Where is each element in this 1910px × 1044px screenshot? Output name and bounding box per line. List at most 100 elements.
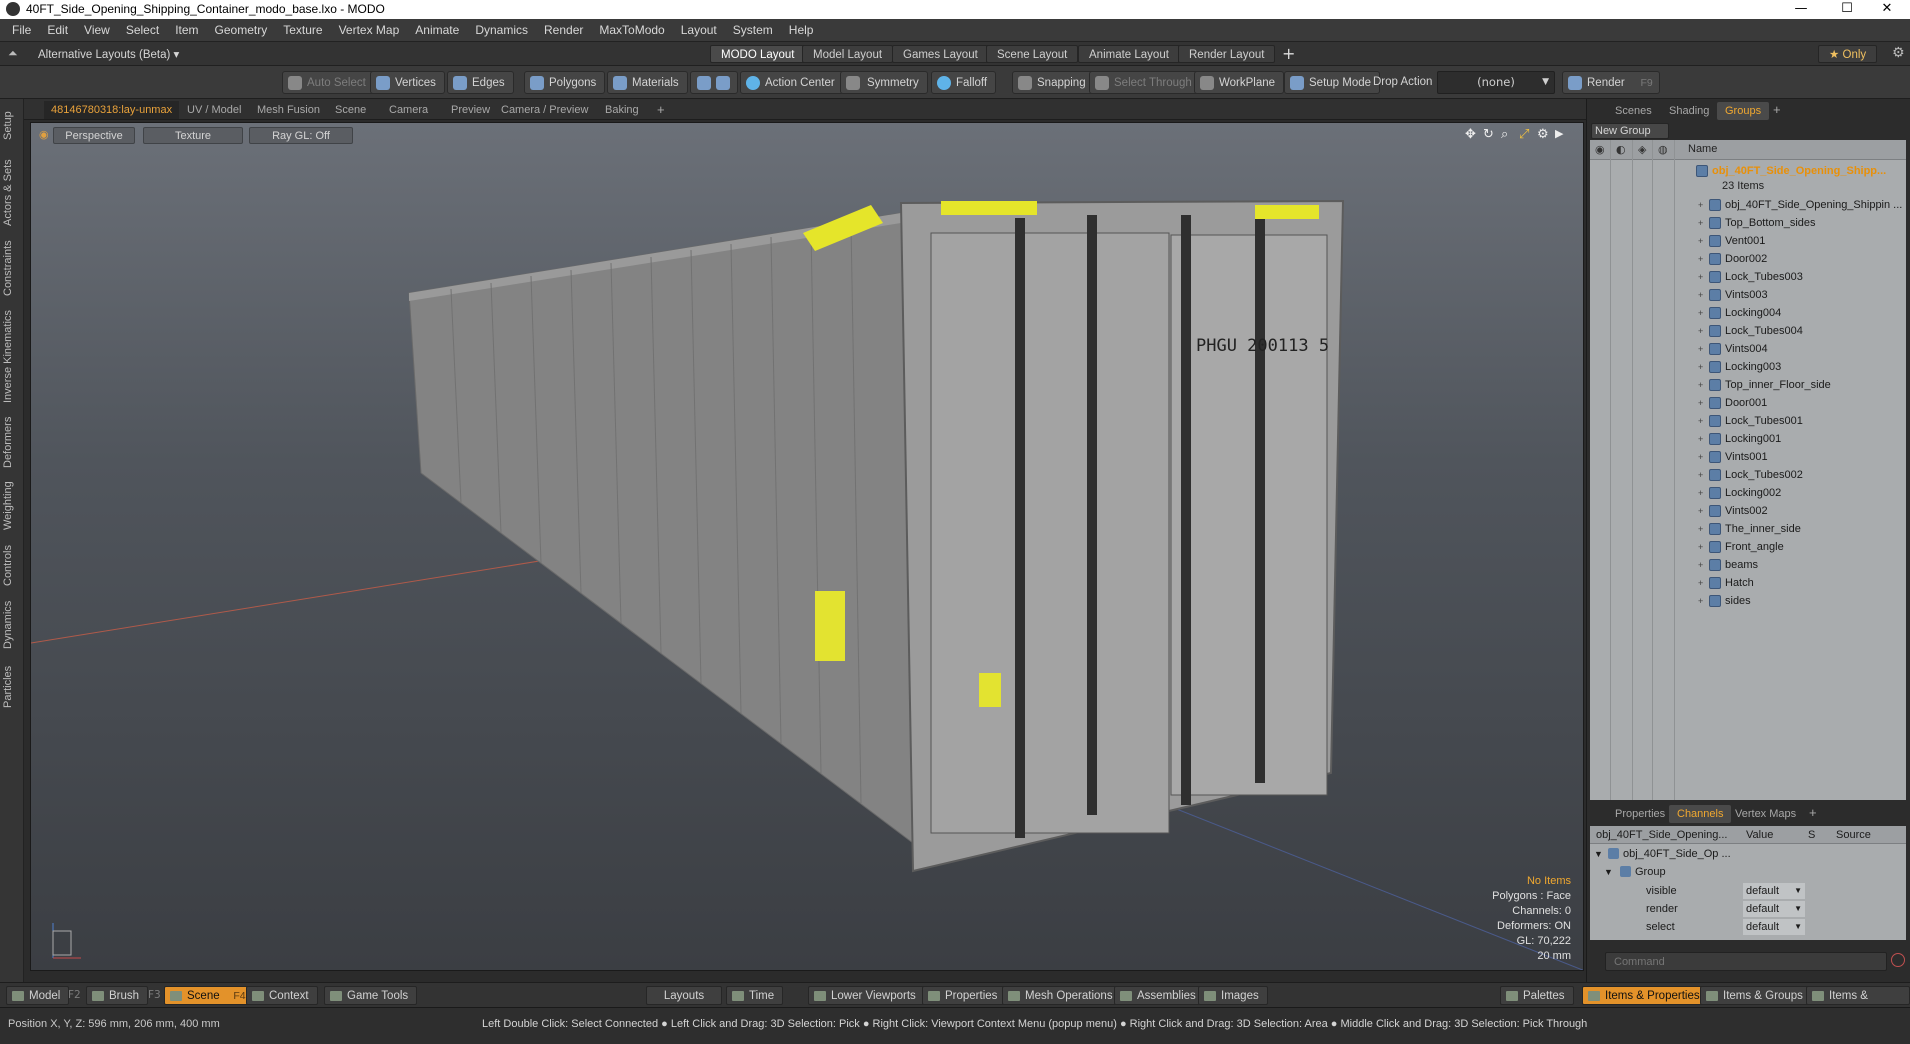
menu-layout[interactable]: Layout	[673, 19, 725, 42]
tab-games-layout[interactable]: Games Layout	[892, 45, 989, 63]
tab-scene[interactable]: Scene	[328, 101, 373, 119]
move-view-icon[interactable]: ✥	[1465, 127, 1476, 142]
menu-select[interactable]: Select	[118, 19, 167, 42]
expand-plus-icon[interactable]: +	[1698, 484, 1703, 502]
select-through-button[interactable]: Select Through	[1089, 71, 1201, 94]
vtab-inverse-kinematics[interactable]: Inverse Kinematics	[2, 307, 22, 407]
vtab-particles[interactable]: Particles	[2, 659, 22, 715]
viewport-settings-icon[interactable]: ⚙	[1537, 127, 1549, 142]
group-list-item[interactable]: + Door001	[1590, 394, 1906, 412]
render-toggle-icon[interactable]: ◐	[1616, 143, 1626, 156]
group-list-item[interactable]: + Top_inner_Floor_side	[1590, 376, 1906, 394]
menu-animate[interactable]: Animate	[407, 19, 467, 42]
items-shading-button[interactable]: Items & Shading	[1806, 986, 1910, 1020]
workplane-button[interactable]: WorkPlane	[1194, 71, 1285, 94]
menu-vertex-map[interactable]: Vertex Map	[331, 19, 408, 42]
symmetry-button[interactable]: Symmetry	[840, 71, 928, 94]
action-center-button[interactable]: Action Center	[740, 71, 844, 94]
tab-render-layout[interactable]: Render Layout	[1178, 45, 1276, 63]
layouts-button[interactable]: Layouts	[646, 986, 722, 1005]
menu-edit[interactable]: Edit	[39, 19, 76, 42]
tab-mesh-fusion[interactable]: Mesh Fusion	[250, 101, 327, 119]
channel-row-visible[interactable]: visible default ▼	[1590, 882, 1906, 900]
tab-groups[interactable]: Groups	[1717, 102, 1770, 120]
render-button[interactable]: Render F9	[1562, 71, 1660, 94]
items-properties-button[interactable]: Items & Properties	[1582, 986, 1709, 1005]
expand-plus-icon[interactable]: +	[1698, 502, 1703, 520]
expand-plus-icon[interactable]: +	[1698, 538, 1703, 556]
properties-button[interactable]: Properties	[922, 986, 1007, 1005]
command-input[interactable]	[1605, 952, 1887, 971]
tab-shading[interactable]: Shading	[1661, 102, 1717, 120]
tab-camera[interactable]: Camera	[382, 101, 435, 119]
group-list-item[interactable]: + Lock_Tubes004	[1590, 322, 1906, 340]
channel-value-select[interactable]: default ▼	[1743, 883, 1805, 899]
expand-plus-icon[interactable]: +	[1698, 574, 1703, 592]
vtab-setup[interactable]: Setup	[2, 107, 22, 145]
vtab-actors-sets[interactable]: Actors & Sets	[2, 157, 22, 229]
channels-group-row[interactable]: ▼ Group	[1590, 863, 1906, 881]
eye-icon[interactable]: ◉	[1595, 143, 1605, 156]
viewport-menu-icon[interactable]: ◉	[39, 128, 49, 141]
select-toggle-icon[interactable]: ◍	[1658, 143, 1668, 156]
menu-maxtomodo[interactable]: MaxToModo	[591, 19, 672, 42]
assemblies-button[interactable]: Assemblies	[1114, 986, 1205, 1005]
expand-plus-icon[interactable]: +	[1698, 358, 1703, 376]
menu-view[interactable]: View	[76, 19, 118, 42]
group-list-item[interactable]: + Lock_Tubes001	[1590, 412, 1906, 430]
expand-arrow-icon[interactable]: ▼	[1594, 845, 1603, 863]
scene-button[interactable]: Scene F4	[164, 986, 253, 1005]
group-list-item[interactable]: + Door002	[1590, 250, 1906, 268]
channel-value-select[interactable]: default ▼	[1743, 919, 1805, 935]
edges-button[interactable]: Edges	[447, 71, 514, 94]
add-layout-button[interactable]: +	[1282, 44, 1295, 63]
channels-object-row[interactable]: ▼ obj_40FT_Side_Op ...	[1590, 845, 1906, 863]
auto-select-button[interactable]: Auto Select	[282, 71, 375, 94]
mesh-operations-button[interactable]: Mesh Operations	[1002, 986, 1122, 1005]
perspective-button[interactable]: Perspective	[53, 127, 135, 144]
expand-plus-icon[interactable]: +	[1698, 376, 1703, 394]
expand-plus-icon[interactable]: +	[1698, 412, 1703, 430]
tab-lay-unmax[interactable]: 48146780318:lay-unmax	[44, 101, 180, 119]
group-list-item[interactable]: + The_inner_side	[1590, 520, 1906, 538]
viewport-expand-icon[interactable]: ▶	[1555, 127, 1563, 140]
expand-plus-icon[interactable]: +	[1698, 340, 1703, 358]
zoom-view-icon[interactable]: ⌕	[1501, 127, 1508, 142]
tab-channels[interactable]: Channels	[1669, 805, 1732, 823]
vertices-button[interactable]: Vertices	[370, 71, 445, 94]
group-list-item[interactable]: + Locking001	[1590, 430, 1906, 448]
vtab-controls[interactable]: Controls	[2, 541, 22, 591]
expand-plus-icon[interactable]: +	[1698, 268, 1703, 286]
tab-preview[interactable]: Preview	[444, 101, 497, 119]
vtab-dynamics[interactable]: Dynamics	[2, 597, 22, 653]
fit-view-icon[interactable]: ⤢	[1519, 127, 1529, 142]
group-list-item[interactable]: + Vints004	[1590, 340, 1906, 358]
only-button[interactable]: ★ Only	[1818, 45, 1878, 63]
tab-uv-model[interactable]: UV / Model	[180, 101, 248, 119]
vtab-constraints[interactable]: Constraints	[2, 237, 22, 299]
group-list-item[interactable]: + beams	[1590, 556, 1906, 574]
tab-scene-layout[interactable]: Scene Layout	[986, 45, 1079, 63]
palettes-button[interactable]: Palettes	[1500, 986, 1574, 1005]
selection-sets-button[interactable]	[690, 71, 738, 94]
tab-model-layout[interactable]: Model Layout	[802, 45, 894, 63]
snapping-button[interactable]: Snapping	[1012, 71, 1095, 94]
game-tools-button[interactable]: Game Tools	[324, 986, 418, 1005]
setup-mode-button[interactable]: Setup Mode	[1284, 71, 1381, 94]
lower-viewports-button[interactable]: Lower Viewports	[808, 986, 925, 1005]
name-column-header[interactable]: Name	[1688, 143, 1717, 155]
menu-system[interactable]: System	[725, 19, 781, 42]
rotate-view-icon[interactable]: ↻	[1483, 127, 1494, 142]
group-list-item[interactable]: + Vints002	[1590, 502, 1906, 520]
add-panel-tab-button[interactable]: +	[1765, 101, 1789, 119]
group-list-item[interactable]: + Lock_Tubes002	[1590, 466, 1906, 484]
menu-item[interactable]: Item	[167, 19, 206, 42]
expand-plus-icon[interactable]: +	[1698, 322, 1703, 340]
vtab-deformers[interactable]: Deformers	[2, 413, 22, 471]
expand-plus-icon[interactable]: +	[1698, 466, 1703, 484]
3d-viewport[interactable]: PHGU 200113 5 ◉ Perspective Texture Ray …	[30, 122, 1584, 971]
channel-row-render[interactable]: render default ▼	[1590, 900, 1906, 918]
model-button[interactable]: Model	[6, 986, 70, 1005]
viewport-scene[interactable]: PHGU 200113 5	[31, 123, 1584, 971]
menu-dynamics[interactable]: Dynamics	[467, 19, 536, 42]
